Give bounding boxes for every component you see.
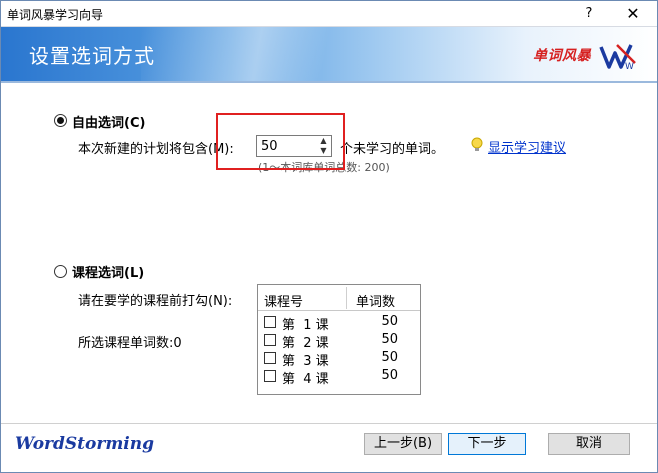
app-logo-icon: W: [599, 44, 636, 71]
wizard-window: 单词风暴学习向导 ? ✕ 设置选词方式 单词风暴 W 自由选词(C) 本次新建的…: [0, 0, 658, 473]
lightbulb-icon: [471, 137, 483, 151]
course-name: 第 4 课: [282, 372, 329, 387]
course-word-count: 50: [381, 368, 398, 383]
window-title: 单词风暴学习向导: [7, 8, 104, 22]
highlight-box: [216, 113, 345, 170]
course-word-count: 50: [381, 332, 398, 347]
course-select-label: 请在要学的课程前打勾(N):: [78, 294, 233, 309]
table-row[interactable]: 第 3 课 50: [258, 349, 420, 369]
cancel-button[interactable]: 取消: [548, 433, 630, 455]
header-banner: 设置选词方式 单词风暴 W: [1, 27, 657, 83]
show-advice-link[interactable]: 显示学习建议: [488, 137, 566, 156]
app-logo-text: 单词风暴: [533, 48, 591, 64]
column-header-word-count[interactable]: 单词数: [356, 291, 395, 310]
help-button[interactable]: ?: [573, 1, 605, 27]
plan-size-suffix: 个未学习的单词。: [340, 142, 445, 157]
table-row[interactable]: 第 1 课 50: [258, 313, 420, 333]
table-row[interactable]: 第 2 课 50: [258, 331, 420, 351]
table-row[interactable]: 第 4 课 50: [258, 367, 420, 387]
course-checkbox[interactable]: [264, 370, 276, 382]
footer-divider: [1, 423, 657, 424]
course-word-count: 50: [381, 314, 398, 329]
course-mode-label[interactable]: 课程选词(L): [72, 262, 144, 281]
course-checkbox[interactable]: [264, 334, 276, 346]
brand-logo: WordStorming: [15, 434, 155, 454]
free-mode-label[interactable]: 自由选词(C): [72, 112, 145, 131]
course-mode-radio[interactable]: [54, 265, 67, 278]
free-mode-radio[interactable]: [54, 114, 67, 127]
title-bar: 单词风暴学习向导 ? ✕: [1, 1, 657, 27]
course-checkbox[interactable]: [264, 316, 276, 328]
logo-mark-letter: W: [625, 62, 634, 71]
column-divider[interactable]: [346, 287, 347, 309]
course-checkbox[interactable]: [264, 352, 276, 364]
back-button[interactable]: 上一步(B): [364, 433, 442, 455]
next-button[interactable]: 下一步: [448, 433, 526, 455]
banner-decoration: [141, 27, 401, 81]
page-title: 设置选词方式: [29, 44, 155, 68]
course-list[interactable]: 课程号 单词数 第 1 课 50 第 2 课 50 第 3 课 50 第 4 课…: [257, 284, 421, 395]
plan-size-label: 本次新建的计划将包含(M):: [78, 142, 234, 157]
selected-word-count: 所选课程单词数:0: [78, 336, 182, 351]
close-button[interactable]: ✕: [613, 1, 653, 27]
course-list-header: 课程号 单词数: [258, 285, 420, 311]
column-header-course[interactable]: 课程号: [264, 291, 303, 310]
course-word-count: 50: [381, 350, 398, 365]
